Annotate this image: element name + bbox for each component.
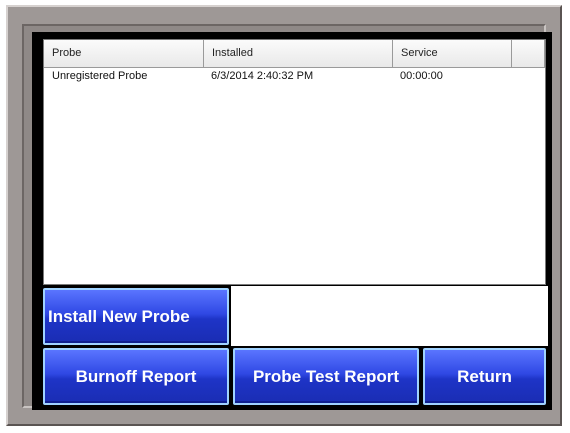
table-row[interactable]: Unregistered Probe 6/3/2014 2:40:32 PM 0… — [44, 68, 545, 88]
column-header-installed[interactable]: Installed — [204, 40, 393, 68]
empty-panel — [231, 286, 548, 346]
cell-installed: 6/3/2014 2:40:32 PM — [211, 70, 314, 82]
list-header: Probe Installed Service — [44, 40, 545, 68]
burnoff-report-button[interactable]: Burnoff Report — [43, 348, 229, 405]
column-header-extra[interactable] — [512, 40, 545, 68]
cell-service: 00:00:00 — [400, 70, 443, 82]
cell-probe: Unregistered Probe — [52, 70, 148, 82]
column-header-service[interactable]: Service — [393, 40, 512, 68]
probe-list[interactable]: Probe Installed Service Unregistered Pro… — [43, 39, 546, 285]
column-header-probe[interactable]: Probe — [44, 40, 204, 68]
return-button[interactable]: Return — [423, 348, 546, 405]
install-new-probe-button[interactable]: Install New Probe — [43, 288, 229, 345]
probe-test-report-button[interactable]: Probe Test Report — [233, 348, 419, 405]
